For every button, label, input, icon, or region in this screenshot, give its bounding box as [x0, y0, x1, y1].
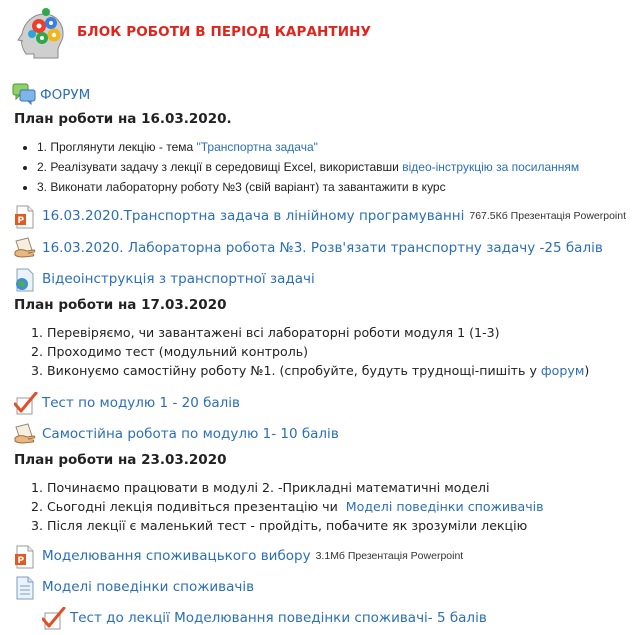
svg-text:P: P [18, 556, 25, 566]
list-item: Після лекції є маленький тест - пройдіть… [47, 516, 544, 535]
quiz-check-icon [41, 606, 66, 630]
quiz-check-icon [13, 391, 38, 415]
list-item-text: Проходимо тест (модульний контроль) [47, 344, 309, 359]
quiz-link[interactable]: Тест до лекції Моделювання поведінки спо… [70, 610, 487, 626]
lecture-link[interactable]: "Транспортна задача" [197, 140, 318, 154]
quiz-link[interactable]: Тест по модулю 1 - 20 балів [42, 395, 240, 411]
list-item: 1. Проглянути лекцію - тема "Транспортна… [37, 137, 579, 157]
plan-list-2: Перевіряємо, чи завантажені всі лаборато… [0, 323, 589, 380]
list-item-text: Сьогодні лекція подивіться презентацію ч… [47, 499, 346, 514]
resource-transport-presentation[interactable]: P 16.03.2020.Транспортна задача в лінійн… [14, 205, 627, 229]
assignment-hand-icon [14, 423, 36, 445]
plan-heading-1: План роботи на 16.03.2020. [14, 111, 232, 127]
list-item-text: Після лекції є маленький тест - пройдіть… [47, 518, 528, 533]
course-logo-icon [14, 4, 68, 60]
assignment-link[interactable]: Самостійна робота по модулю 1- 10 балів [42, 426, 339, 442]
resource-consumer-choice-presentation[interactable]: P Моделювання споживацького вибору 3.1Мб… [14, 545, 464, 569]
plan-list-3: Починаємо працювати в модулі 2. -Приклад… [0, 478, 544, 535]
powerpoint-file-icon: P [14, 205, 36, 229]
list-item-text: Починаємо працювати в модулі 2. -Приклад… [47, 480, 490, 495]
plan-heading-2: План роботи на 17.03.2020 [14, 297, 227, 313]
video-instruction-link[interactable]: відео-інструкцію за посиланням [402, 160, 579, 174]
consumer-models-inline-link[interactable]: Моделі поведінки споживачів [346, 499, 544, 514]
list-item: Виконуємо самостійну роботу №1. (спробуй… [47, 361, 589, 380]
resource-link[interactable]: Моделювання споживацького вибору [42, 548, 311, 564]
list-item-text: 2. Реалізувати задачу з лекції в середов… [37, 160, 403, 174]
list-item-text: Виконуємо самостійну роботу №1. (спробуй… [47, 363, 541, 378]
file-meta: 3.1Мб Презентація Powerpoint [315, 550, 464, 562]
list-item: Проходимо тест (модульний контроль) [47, 342, 589, 361]
list-item: Перевіряємо, чи завантажені всі лаборато… [47, 323, 589, 342]
list-item: Починаємо працювати в модулі 2. -Приклад… [47, 478, 544, 497]
assignment-lab3[interactable]: 16.03.2020. Лабораторна робота №3. Розв'… [14, 237, 603, 259]
plan-list-1: 1. Проглянути лекцію - тема "Транспортна… [0, 137, 579, 197]
url-link[interactable]: Відеоінструкція з транспортної задачі [42, 271, 315, 287]
forum-link[interactable]: ФОРУМ [40, 87, 90, 103]
forum-inline-link[interactable]: форум [541, 363, 584, 378]
powerpoint-file-icon: P [14, 545, 36, 569]
assignment-hand-icon [14, 237, 36, 259]
url-video-instruction[interactable]: Відеоінструкція з транспортної задачі [14, 268, 315, 292]
page-document-icon [14, 576, 36, 600]
forum-activity[interactable]: ФОРУМ [12, 83, 90, 106]
list-item-text: Перевіряємо, чи завантажені всі лаборато… [47, 325, 500, 340]
assignment-independent-work[interactable]: Самостійна робота по модулю 1- 10 балів [14, 423, 339, 445]
page-consumer-models[interactable]: Моделі поведінки споживачів [14, 576, 254, 600]
list-item-text: 1. Проглянути лекцію - тема [37, 140, 197, 154]
list-item: Сьогодні лекція подивіться презентацію ч… [47, 497, 544, 516]
resource-link[interactable]: 16.03.2020.Транспортна задача в лінійном… [42, 208, 464, 224]
list-item-text: 3. Виконати лабораторну роботу №3 (свій … [37, 180, 446, 194]
svg-text:P: P [18, 216, 25, 226]
file-meta: 767.5Кб Презентація Powerpoint [469, 210, 627, 222]
quiz-module1[interactable]: Тест по модулю 1 - 20 балів [13, 391, 240, 415]
page-link[interactable]: Моделі поведінки споживачів [42, 579, 254, 595]
assignment-link[interactable]: 16.03.2020. Лабораторна робота №3. Розв'… [42, 240, 603, 256]
page-title: БЛОК РОБОТИ В ПЕРІОД КАРАНТИНУ [77, 24, 372, 40]
forum-icon [12, 83, 36, 106]
list-item-text: ) [584, 363, 590, 378]
plan-heading-3: План роботи на 23.03.2020 [14, 452, 227, 468]
globe-url-icon [14, 268, 36, 292]
list-item: 2. Реалізувати задачу з лекції в середов… [37, 157, 579, 177]
list-item: 3. Виконати лабораторну роботу №3 (свій … [37, 177, 579, 197]
quiz-lecture-consumer-models[interactable]: Тест до лекції Моделювання поведінки спо… [41, 606, 487, 630]
